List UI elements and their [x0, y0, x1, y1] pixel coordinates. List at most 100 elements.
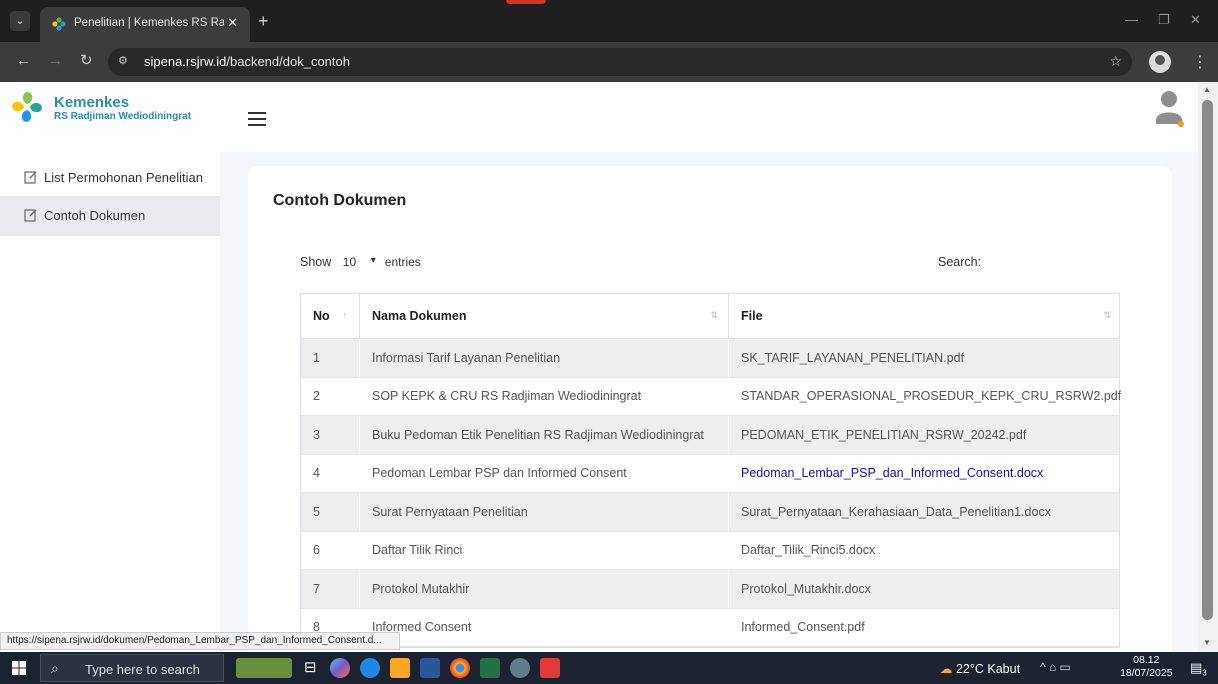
sidebar-item-list-permohonan[interactable]: List Permohonan Penelitian: [0, 158, 220, 198]
site-info-icon[interactable]: ⚙: [118, 54, 136, 70]
browser-tab-bar: ⌄ Penelitian | Kemenkes RS Radjiman Wedi…: [0, 0, 1218, 42]
page-length-select[interactable]: 10 ▾ entries: [343, 255, 431, 269]
profile-avatar-icon[interactable]: [1149, 51, 1171, 73]
file-link[interactable]: Informed_Consent.pdf: [729, 609, 1121, 647]
minimize-icon[interactable]: —: [1125, 12, 1138, 27]
cell-name: Daftar Tilik Rinci: [360, 531, 729, 569]
back-icon[interactable]: ←: [16, 52, 31, 70]
scroll-up-icon[interactable]: ▲: [1203, 85, 1211, 94]
task-view-icon[interactable]: ⊟: [304, 658, 324, 678]
page-length-control: Show 10 ▾ entries: [300, 255, 431, 269]
menu-toggle-icon[interactable]: [248, 112, 266, 126]
tab-search-button[interactable]: ⌄: [10, 11, 30, 31]
bookmark-star-icon[interactable]: ☆: [1109, 53, 1122, 70]
windows-taskbar: ⌕ Type here to search ⊟ ☁ 22°C Kabut ^ ⌂…: [0, 652, 1218, 684]
taskbar-search-box[interactable]: ⌕ Type here to search: [40, 654, 224, 682]
cell-no: 5: [301, 493, 360, 531]
table-row: 8 Informed Consent Informed_Consent.pdf: [301, 608, 1121, 647]
edit-icon: [24, 171, 37, 184]
page-length-value: 10: [342, 255, 357, 269]
file-link[interactable]: PEDOMAN_ETIK_PENELITIAN_RSRW_20242.pdf: [729, 416, 1121, 454]
cell-no: 2: [301, 377, 360, 415]
address-bar[interactable]: ⚙ sipena.rsjrw.id/backend/dok_contoh ☆: [108, 48, 1132, 76]
notification-icon[interactable]: ▤3: [1190, 660, 1207, 678]
table-row: 5 Surat Pernyataan Penelitian Surat_Pern…: [301, 493, 1119, 532]
search-highlight-icon[interactable]: [236, 658, 292, 678]
cell-name: Informasi Tarif Layanan Penelitian: [360, 339, 729, 377]
taskbar-search-placeholder: Type here to search: [85, 662, 200, 677]
page-title: Contoh Dokumen: [273, 192, 407, 209]
logo-subtitle: RS Radjiman Wediodiningrat: [54, 111, 192, 122]
file-link[interactable]: SK_TARIF_LAYANAN_PENELITIAN.pdf: [729, 339, 1121, 377]
scrollbar-thumb[interactable]: [1202, 100, 1213, 620]
new-tab-button[interactable]: +: [258, 12, 269, 30]
taskbar-clock[interactable]: 08.12 18/07/2025: [1120, 654, 1173, 680]
file-link[interactable]: Daftar_Tilik_Rinci5.docx: [729, 532, 1121, 570]
close-window-icon[interactable]: ✕: [1190, 12, 1201, 28]
column-header-nama-dokumen[interactable]: Nama Dokumen ⇅: [360, 294, 729, 338]
cell-no: 4: [301, 454, 360, 492]
system-tray-icons[interactable]: ^ ⌂ ▭: [1040, 660, 1071, 674]
forward-icon[interactable]: →: [48, 52, 63, 70]
edit-icon: [24, 209, 37, 222]
table-header: No ↑ Nama Dokumen ⇅ File ⇅: [301, 294, 1119, 339]
user-avatar-icon[interactable]: [1155, 90, 1185, 128]
tab-title: Penelitian | Kemenkes RS Radjiman Wediod…: [74, 17, 224, 29]
weather-icon: ☁: [940, 662, 956, 676]
tab-close-icon[interactable]: ✕: [227, 15, 238, 31]
show-label: Show: [300, 255, 332, 269]
browser-menu-icon[interactable]: ⋮: [1192, 52, 1208, 72]
clock-time: 08.12: [1133, 654, 1160, 666]
sidebar-item-label: List Permohonan Penelitian: [44, 170, 203, 185]
scroll-down-icon[interactable]: ▼: [1203, 638, 1211, 647]
sidebar: List Permohonan Penelitian Contoh Dokume…: [0, 152, 220, 652]
file-link[interactable]: Surat_Pernyataan_Kerahasiaan_Data_Peneli…: [729, 493, 1121, 531]
browser-tab[interactable]: Penelitian | Kemenkes RS Radjiman Wediod…: [40, 7, 250, 42]
documents-table: No ↑ Nama Dokumen ⇅ File ⇅ 1 Informasi Tari…: [300, 293, 1121, 648]
excel-icon[interactable]: [480, 658, 500, 678]
table-row: 4 Pedoman Lembar PSP dan Informed Consen…: [301, 454, 1121, 493]
sidebar-item-contoh-dokumen[interactable]: Contoh Dokumen: [0, 196, 220, 236]
sort-asc-icon: ↑: [342, 310, 348, 320]
edge-browser-icon[interactable]: [360, 658, 380, 678]
browser-toolbar: ← → ↻ ⚙ sipena.rsjrw.id/backend/dok_cont…: [0, 42, 1218, 82]
cell-name: Pedoman Lembar PSP dan Informed Consent: [360, 454, 729, 492]
site-favicon-icon: [52, 17, 66, 31]
cell-no: 6: [301, 531, 360, 569]
cell-no: 3: [301, 416, 360, 454]
app-icon[interactable]: [540, 658, 560, 678]
restore-icon[interactable]: ❐: [1158, 12, 1170, 28]
windows-start-icon[interactable]: [12, 661, 26, 675]
file-explorer-icon[interactable]: [390, 658, 410, 678]
cell-name: Protokol Mutakhir: [360, 570, 729, 608]
kemenkes-logo-icon: [12, 92, 42, 122]
copilot-icon[interactable]: [330, 658, 350, 678]
chrome-icon[interactable]: [450, 658, 470, 678]
content-card: Contoh Dokumen Show 10 ▾ entries Search:…: [248, 166, 1172, 684]
word-icon[interactable]: [420, 658, 440, 678]
cell-name: Buku Pedoman Etik Penelitian RS Radjiman…: [360, 416, 729, 454]
file-link-hovered[interactable]: Pedoman_Lembar_PSP_dan_Informed_Consent.…: [729, 455, 1121, 493]
app-header: Kemenkes RS Radjiman Wediodiningrat: [0, 82, 1198, 152]
search-icon: ⌕: [51, 660, 59, 676]
entries-label: entries: [384, 255, 421, 269]
sort-icon: ⇅: [1103, 310, 1111, 320]
reload-icon[interactable]: ↻: [80, 52, 93, 70]
cell-name: SOP KEPK & CRU RS Radjiman Wediodiningra…: [360, 377, 729, 415]
weather-widget[interactable]: ☁ 22°C Kabut: [940, 661, 1020, 676]
recording-indicator: [506, 0, 546, 4]
clock-date: 18/07/2025: [1120, 667, 1173, 679]
table-row: 2 SOP KEPK & CRU RS Radjiman Wediodining…: [301, 377, 1121, 416]
cell-no: 7: [301, 570, 360, 608]
cell-name: Informed Consent: [360, 608, 729, 646]
file-link[interactable]: Protokol_Mutakhir.docx: [729, 570, 1121, 608]
table-row: 7 Protokol Mutakhir Protokol_Mutakhir.do…: [301, 570, 1119, 609]
file-link[interactable]: STANDAR_OPERASIONAL_PROSEDUR_KEPK_CRU_RS…: [729, 378, 1121, 416]
column-header-no[interactable]: No ↑: [301, 294, 360, 338]
logo-title: Kemenkes: [54, 94, 130, 111]
link-status-bubble: https://sipena.rsjrw.id/dokumen/Pedoman_…: [0, 632, 400, 650]
cell-name: Surat Pernyataan Penelitian: [360, 493, 729, 531]
cell-no: 1: [301, 339, 360, 377]
column-header-file[interactable]: File ⇅: [729, 294, 1121, 338]
chrome-profile-icon[interactable]: [510, 658, 530, 678]
